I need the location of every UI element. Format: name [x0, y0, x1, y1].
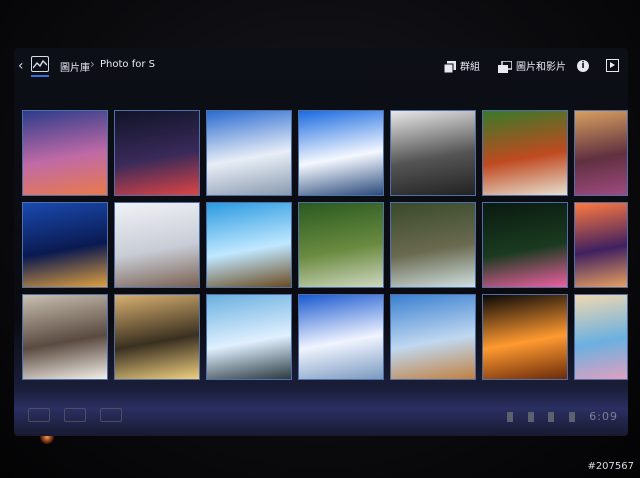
group-button-label: 群組 [460, 62, 480, 73]
thumbnail-pink-flower-dark[interactable] [482, 202, 568, 288]
breadcrumb-separator-icon: › [90, 57, 95, 71]
thumbnail-beach-sunset[interactable] [114, 294, 200, 380]
media-filter-label: 圖片和影片 [516, 62, 566, 73]
action-bar: ‹ 圖片庫 › Photo for S 群組 圖片和影片 i [14, 48, 628, 86]
thumbnail-woman-reflection[interactable] [22, 294, 108, 380]
battery-icon [568, 412, 575, 422]
info-icon[interactable]: i [577, 60, 589, 72]
thumbnail-field-sunset[interactable] [574, 110, 628, 196]
system-navigation-bar: 6:09 [14, 404, 628, 436]
usb-icon [527, 412, 534, 422]
thumbnail-city-sunset-tower[interactable] [574, 202, 628, 288]
app-icon-underline [31, 75, 49, 77]
thumbnail-anime-character[interactable] [574, 294, 628, 380]
thumbnail-lake-mountain[interactable] [390, 294, 476, 380]
group-button[interactable]: 群組 [444, 58, 480, 73]
thumbnail-sky-lanterns[interactable] [482, 294, 568, 380]
thumbnail-bridge-night-arch[interactable] [114, 110, 200, 196]
back-chevron-icon[interactable]: ‹ [18, 58, 24, 74]
home-nav-icon[interactable] [64, 408, 86, 422]
back-nav-icon[interactable] [28, 408, 50, 422]
gallery-app-icon[interactable] [31, 56, 49, 72]
recent-apps-icon[interactable] [100, 408, 122, 422]
thumbnail-arch-bridge-blue[interactable] [298, 294, 384, 380]
photo-grid [22, 110, 632, 380]
thumbnail-waterfall-rocks[interactable] [390, 202, 476, 288]
tablet-screen: ‹ 圖片庫 › Photo for S 群組 圖片和影片 i [14, 48, 628, 436]
status-area[interactable]: 6:09 [507, 410, 618, 423]
notification-icon [507, 412, 514, 422]
stack-icon [444, 61, 456, 73]
thumbnail-motocross-rider[interactable] [482, 110, 568, 196]
thumbnail-hotel-building[interactable] [206, 110, 292, 196]
thumbnail-cyclist-bridge[interactable] [390, 110, 476, 196]
watermark: #207567 [587, 461, 634, 472]
thumbnail-child-in-water[interactable] [114, 202, 200, 288]
thumbnail-lighthouse-shore[interactable] [206, 294, 292, 380]
slideshow-icon[interactable] [606, 59, 619, 72]
breadcrumb-album: Photo for S [100, 59, 155, 70]
thumbnail-night-harbor-lights[interactable] [22, 202, 108, 288]
photos-videos-icon [498, 61, 512, 73]
wifi-icon [548, 412, 555, 422]
thumbnail-sunset-coast[interactable] [22, 110, 108, 196]
thumbnail-pier-wooden[interactable] [206, 202, 292, 288]
breadcrumb-gallery[interactable]: 圖片庫 [60, 59, 90, 74]
clock: 6:09 [589, 410, 618, 423]
media-filter-button[interactable]: 圖片和影片 [498, 58, 566, 73]
thumbnail-tower-blue-sky[interactable] [298, 110, 384, 196]
thumbnail-forest-hut[interactable] [298, 202, 384, 288]
